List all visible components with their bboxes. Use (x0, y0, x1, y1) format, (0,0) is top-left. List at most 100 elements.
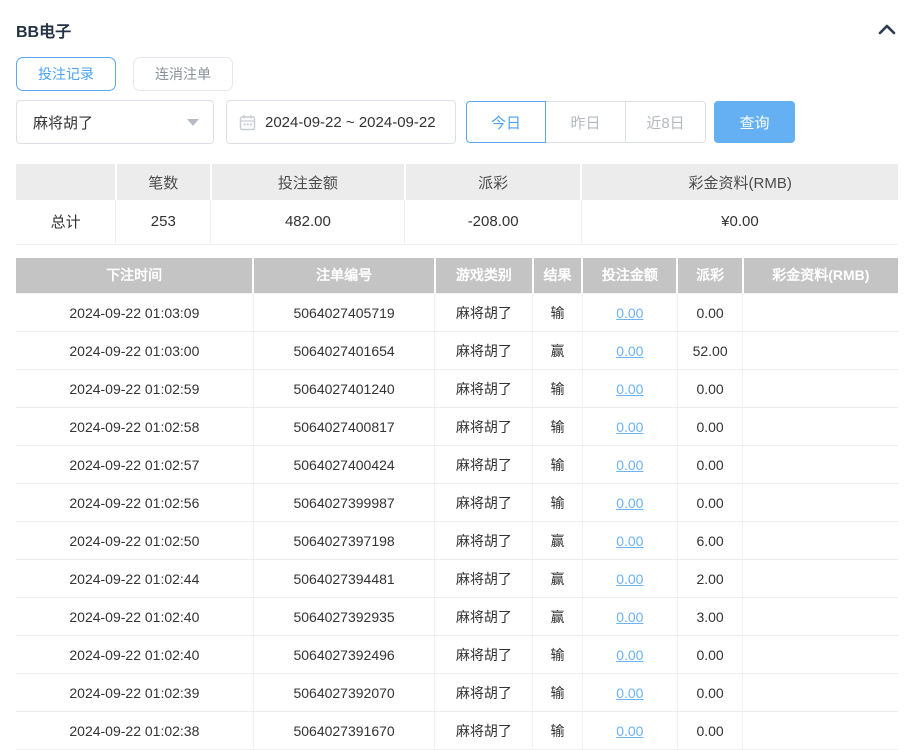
date-range-value: 2024-09-22 ~ 2024-09-22 (265, 114, 436, 131)
bet-amount-cell: 0.00 (582, 636, 677, 674)
game-select[interactable]: 麻将胡了 (16, 100, 214, 144)
records-header-jackpot: 彩金资料(RMB) (743, 258, 898, 294)
page-title: BB电子 (16, 18, 71, 42)
bet-amount-link[interactable]: 0.00 (616, 381, 643, 397)
game-select-value: 麻将胡了 (33, 112, 93, 133)
jackpot-cell (743, 294, 898, 332)
bet-amount-link[interactable]: 0.00 (616, 685, 643, 701)
bet-time-cell: 2024-09-22 01:03:00 (16, 332, 253, 370)
payout-cell: 0.00 (677, 408, 742, 446)
range-last8days-button[interactable]: 近8日 (626, 101, 706, 143)
bet-amount-link[interactable]: 0.00 (616, 647, 643, 663)
table-row: 2024-09-22 01:02:59 5064027401240 麻将胡了 输… (16, 370, 898, 408)
result-cell: 输 (533, 294, 582, 332)
result-cell: 输 (533, 674, 582, 712)
payout-cell: 0.00 (677, 446, 742, 484)
bet-amount-cell: 0.00 (582, 598, 677, 636)
result-cell: 赢 (533, 332, 582, 370)
summary-header-blank (16, 164, 116, 200)
payout-cell: 2.00 (677, 560, 742, 598)
bet-amount-link[interactable]: 0.00 (616, 419, 643, 435)
payout-cell: 0.00 (677, 294, 742, 332)
jackpot-cell (743, 636, 898, 674)
payout-cell: 0.00 (677, 370, 742, 408)
bet-amount-cell: 0.00 (582, 522, 677, 560)
bet-time-cell: 2024-09-22 01:02:57 (16, 446, 253, 484)
summary-header-payout: 派彩 (405, 164, 581, 200)
bet-time-cell: 2024-09-22 01:02:50 (16, 522, 253, 560)
order-number-cell: 5064027397198 (253, 522, 435, 560)
tab-betting-records[interactable]: 投注记录 (16, 57, 116, 91)
result-cell: 赢 (533, 560, 582, 598)
records-table: 下注时间 注单编号 游戏类别 结果 投注金额 派彩 彩金资料(RMB) 2024… (16, 258, 898, 750)
payout-cell: 3.00 (677, 598, 742, 636)
order-number-cell: 5064027392935 (253, 598, 435, 636)
records-header-time: 下注时间 (16, 258, 253, 294)
table-row: 2024-09-22 01:02:57 5064027400424 麻将胡了 输… (16, 446, 898, 484)
bet-amount-cell: 0.00 (582, 674, 677, 712)
chevron-down-icon (187, 119, 199, 126)
bet-amount-link[interactable]: 0.00 (616, 571, 643, 587)
table-row: 2024-09-22 01:02:38 5064027391670 麻将胡了 输… (16, 712, 898, 750)
jackpot-cell (743, 484, 898, 522)
bet-time-cell: 2024-09-22 01:02:40 (16, 636, 253, 674)
game-type-cell: 麻将胡了 (435, 674, 533, 712)
range-yesterday-button[interactable]: 昨日 (546, 101, 626, 143)
record-type-tabs: 投注记录 连消注单 (16, 57, 898, 91)
jackpot-cell (743, 598, 898, 636)
bet-amount-link[interactable]: 0.00 (616, 723, 643, 739)
payout-cell: 0.00 (677, 636, 742, 674)
bet-amount-cell: 0.00 (582, 370, 677, 408)
result-cell: 输 (533, 370, 582, 408)
tab-cancelled-orders[interactable]: 连消注单 (133, 57, 233, 91)
table-row: 2024-09-22 01:03:00 5064027401654 麻将胡了 赢… (16, 332, 898, 370)
game-type-cell: 麻将胡了 (435, 408, 533, 446)
summary-header-bet-amount: 投注金额 (211, 164, 405, 200)
table-row: 2024-09-22 01:02:50 5064027397198 麻将胡了 赢… (16, 522, 898, 560)
jackpot-cell (743, 560, 898, 598)
jackpot-cell (743, 408, 898, 446)
result-cell: 输 (533, 636, 582, 674)
quick-range-group: 今日 昨日 近8日 (466, 101, 706, 143)
records-header-game: 游戏类别 (435, 258, 533, 294)
bet-amount-cell: 0.00 (582, 484, 677, 522)
calendar-icon (239, 114, 256, 131)
collapse-panel-button[interactable] (876, 19, 898, 41)
bet-amount-link[interactable]: 0.00 (616, 343, 643, 359)
game-type-cell: 麻将胡了 (435, 712, 533, 750)
game-type-cell: 麻将胡了 (435, 598, 533, 636)
payout-cell: 0.00 (677, 712, 742, 750)
bet-amount-link[interactable]: 0.00 (616, 609, 643, 625)
bet-amount-cell: 0.00 (582, 294, 677, 332)
result-cell: 输 (533, 446, 582, 484)
table-row: 2024-09-22 01:02:40 5064027392496 麻将胡了 输… (16, 636, 898, 674)
search-button[interactable]: 查询 (714, 101, 795, 143)
bet-time-cell: 2024-09-22 01:02:39 (16, 674, 253, 712)
order-number-cell: 5064027391670 (253, 712, 435, 750)
summary-total-jackpot: ¥0.00 (581, 200, 898, 244)
table-row: 2024-09-22 01:03:09 5064027405719 麻将胡了 输… (16, 294, 898, 332)
result-cell: 输 (533, 408, 582, 446)
records-header-payout: 派彩 (677, 258, 742, 294)
result-cell: 输 (533, 484, 582, 522)
summary-total-bet-amount: 482.00 (211, 200, 405, 244)
table-row: 2024-09-22 01:02:39 5064027392070 麻将胡了 输… (16, 674, 898, 712)
payout-cell: 52.00 (677, 332, 742, 370)
chevron-up-icon (878, 23, 896, 38)
bet-amount-link[interactable]: 0.00 (616, 495, 643, 511)
game-type-cell: 麻将胡了 (435, 446, 533, 484)
game-type-cell: 麻将胡了 (435, 370, 533, 408)
result-cell: 输 (533, 712, 582, 750)
summary-total-label: 总计 (16, 200, 116, 244)
bet-amount-link[interactable]: 0.00 (616, 457, 643, 473)
summary-header-row: 笔数 投注金额 派彩 彩金资料(RMB) (16, 164, 898, 200)
bet-time-cell: 2024-09-22 01:02:59 (16, 370, 253, 408)
range-today-button[interactable]: 今日 (466, 101, 546, 143)
summary-header-count: 笔数 (116, 164, 211, 200)
summary-total-row: 总计 253 482.00 -208.00 ¥0.00 (16, 200, 898, 244)
jackpot-cell (743, 332, 898, 370)
jackpot-cell (743, 370, 898, 408)
bet-amount-link[interactable]: 0.00 (616, 305, 643, 321)
date-range-input[interactable]: 2024-09-22 ~ 2024-09-22 (226, 100, 456, 144)
bet-amount-link[interactable]: 0.00 (616, 533, 643, 549)
